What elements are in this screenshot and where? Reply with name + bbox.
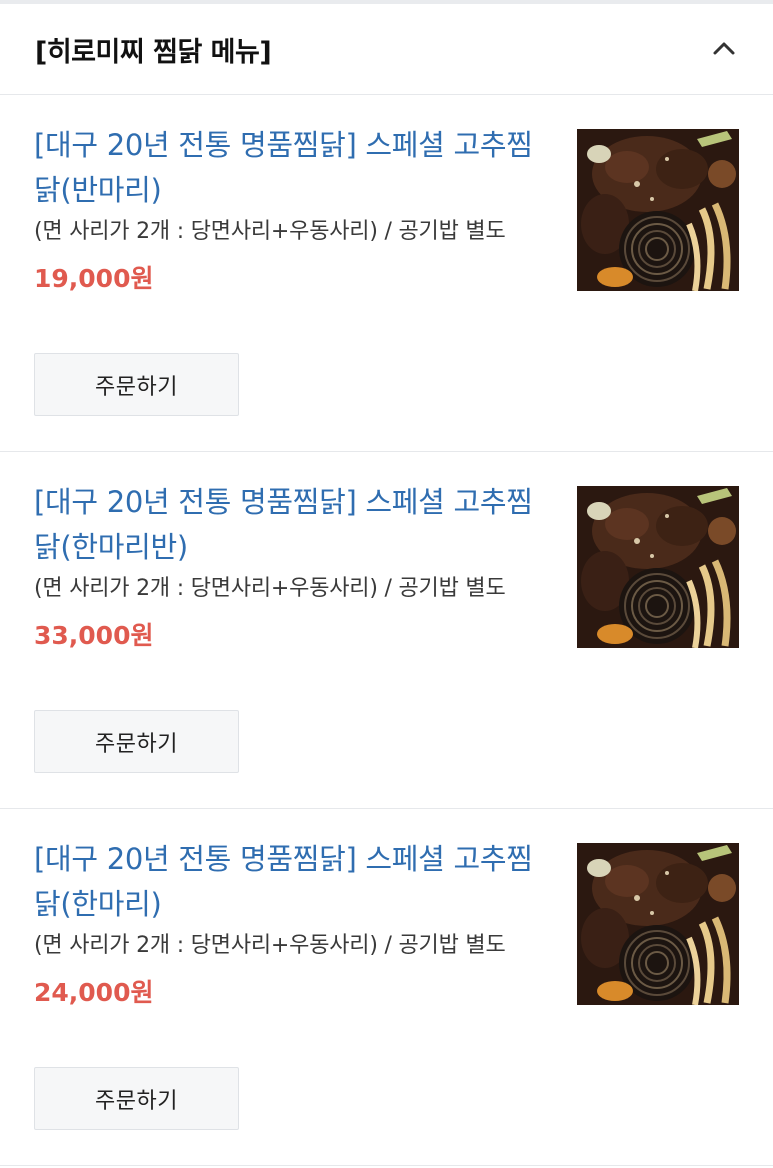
chevron-up-icon[interactable]: [709, 34, 739, 64]
order-button[interactable]: 주문하기: [34, 353, 239, 416]
item-price: 33,000원: [34, 621, 154, 650]
braised-chicken-photo[interactable]: [577, 129, 739, 291]
order-button[interactable]: 주문하기: [34, 1067, 239, 1130]
braised-chicken-photo[interactable]: [577, 486, 739, 648]
order-button[interactable]: 주문하기: [34, 710, 239, 773]
item-name[interactable]: [대구 20년 전통 명품찜닭] 스페셜 고추찜닭(반마리): [34, 123, 544, 213]
item-price: 24,000원: [34, 978, 154, 1007]
menu-item: [대구 20년 전통 명품찜닭] 스페셜 고추찜닭(한마리) (면 사리가 2개…: [0, 809, 773, 1166]
item-name[interactable]: [대구 20년 전통 명품찜닭] 스페셜 고추찜닭(한마리): [34, 837, 544, 927]
menu-section-header[interactable]: [히로미찌 찜닭 메뉴]: [0, 4, 773, 95]
menu-item: [대구 20년 전통 명품찜닭] 스페셜 고추찜닭(반마리) (면 사리가 2개…: [0, 95, 773, 452]
item-name[interactable]: [대구 20년 전통 명품찜닭] 스페셜 고추찜닭(한마리반): [34, 480, 544, 570]
menu-item: [대구 20년 전통 명품찜닭] 스페셜 고추찜닭(한마리반) (면 사리가 2…: [0, 452, 773, 809]
item-price: 19,000원: [34, 264, 154, 293]
item-description: (면 사리가 2개 : 당면사리+우동사리) / 공기밥 별도: [34, 219, 506, 244]
item-description: (면 사리가 2개 : 당면사리+우동사리) / 공기밥 별도: [34, 576, 506, 601]
braised-chicken-photo[interactable]: [577, 843, 739, 1005]
item-description: (면 사리가 2개 : 당면사리+우동사리) / 공기밥 별도: [34, 933, 506, 958]
section-title: [히로미찌 찜닭 메뉴]: [35, 36, 272, 68]
